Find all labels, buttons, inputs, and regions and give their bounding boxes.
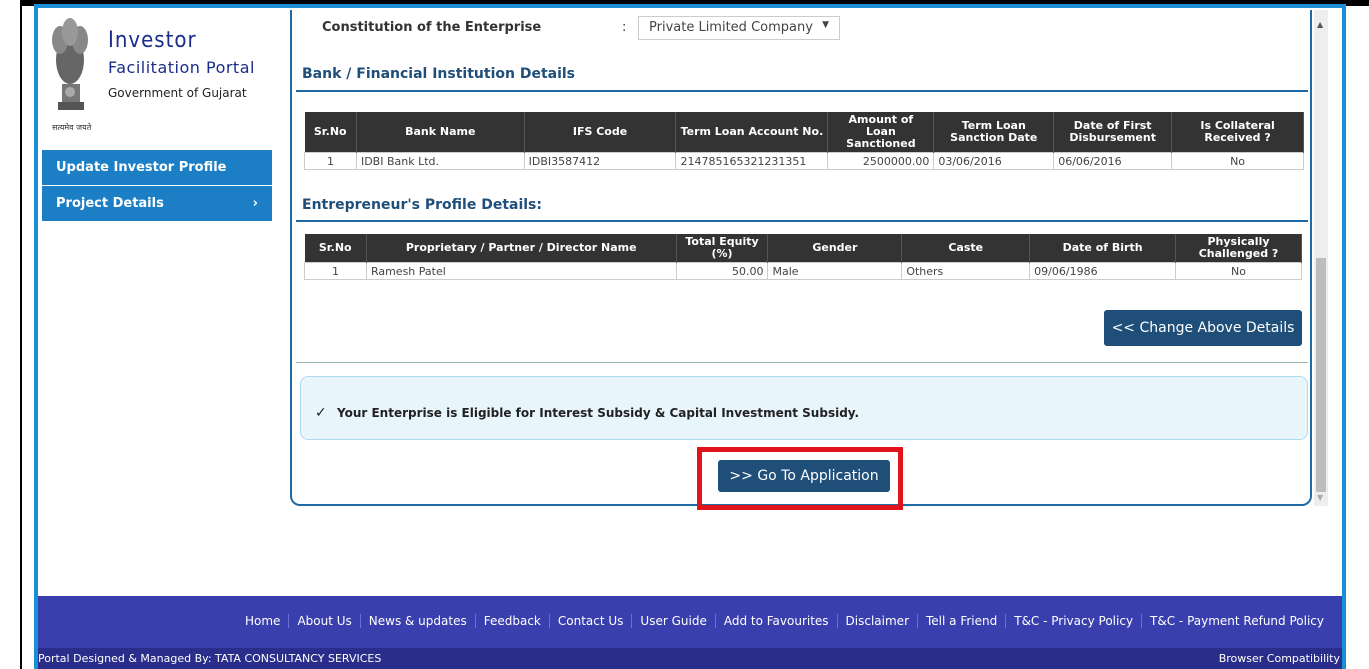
footer-link-contact-us[interactable]: Contact Us xyxy=(550,614,633,628)
scrollbar[interactable]: ▲ ▼ xyxy=(1314,10,1328,506)
sidebar-item-label: Project Details xyxy=(56,196,164,211)
table-cell: IDBI Bank Ltd. xyxy=(355,152,525,170)
scroll-down-icon[interactable]: ▼ xyxy=(1317,493,1323,502)
sidebar-item-update-investor-profile[interactable]: Update Investor Profile xyxy=(42,150,272,186)
footer-link-feedback[interactable]: Feedback xyxy=(476,614,550,628)
footer-link-privacy-policy[interactable]: T&C - Privacy Policy xyxy=(1006,614,1143,628)
table-cell: IDBI3587412 xyxy=(523,152,677,170)
footer-bar: Portal Designed & Managed By: TATA CONSU… xyxy=(38,648,1342,669)
scrollbar-thumb[interactable] xyxy=(1316,258,1326,492)
footer-link-refund-policy[interactable]: T&C - Payment Refund Policy xyxy=(1142,614,1332,628)
table-cell: 06/06/2016 xyxy=(1053,152,1173,170)
col-header: Sr.No xyxy=(304,112,357,153)
footer-link-add-to-favourites[interactable]: Add to Favourites xyxy=(716,614,838,628)
logo-subtitle: Facilitation Portal xyxy=(108,58,255,77)
table-cell: 1 xyxy=(304,262,367,280)
logo-motto: सत्यमेव जयते xyxy=(52,123,92,132)
main-panel: Constitution of the Enterprise : Private… xyxy=(290,10,1312,506)
table-cell: 50.00 xyxy=(675,262,769,280)
col-header: Physically Challenged ? xyxy=(1175,234,1302,263)
col-header: Sr.No xyxy=(304,234,367,263)
eligibility-alert: ✓ Your Enterprise is Eligible for Intere… xyxy=(300,376,1308,440)
footer-link-tell-a-friend[interactable]: Tell a Friend xyxy=(918,614,1007,628)
footer-link-news[interactable]: News & updates xyxy=(361,614,476,628)
bank-table: Sr.No Bank Name IFS Code Term Loan Accou… xyxy=(304,112,1304,170)
constitution-value: Private Limited Company xyxy=(649,20,813,35)
table-cell: 214785165321231351 xyxy=(675,152,829,170)
table-row: 1 Ramesh Patel 50.00 Male Others 09/06/1… xyxy=(304,262,1302,280)
table-cell: No xyxy=(1175,262,1302,280)
col-header: Caste xyxy=(901,234,1031,263)
section-divider xyxy=(296,90,1308,92)
constitution-colon: : xyxy=(622,20,627,35)
table-cell: Ramesh Patel xyxy=(365,262,677,280)
footer-link-about-us[interactable]: About Us xyxy=(289,614,361,628)
bank-section-title: Bank / Financial Institution Details xyxy=(302,66,576,82)
scroll-up-icon[interactable]: ▲ xyxy=(1317,20,1323,29)
section-divider xyxy=(296,362,1308,363)
sidebar: Update Investor Profile Project Details … xyxy=(42,150,272,222)
entrepreneur-section-title: Entrepreneur's Profile Details: xyxy=(302,197,542,213)
national-emblem-icon xyxy=(52,18,88,110)
table-header-row: Sr.No Bank Name IFS Code Term Loan Accou… xyxy=(304,112,1304,153)
section-divider xyxy=(296,220,1308,222)
entrepreneur-table: Sr.No Proprietary / Partner / Director N… xyxy=(304,234,1302,280)
col-header: Amount of Loan Sanctioned xyxy=(827,112,935,153)
browser-compatibility-link[interactable]: Browser Compatibility xyxy=(1219,652,1340,665)
col-header: Is Collateral Received ? xyxy=(1171,112,1304,153)
col-header: Gender xyxy=(767,234,903,263)
table-cell: 09/06/1986 xyxy=(1029,262,1177,280)
logo-org: Government of Gujarat xyxy=(108,86,247,100)
footer-credit: Portal Designed & Managed By: TATA CONSU… xyxy=(38,652,382,665)
col-header: Term Loan Account No. xyxy=(675,112,829,153)
col-header: Bank Name xyxy=(356,112,525,153)
change-details-button[interactable]: << Change Above Details xyxy=(1104,310,1302,346)
eligibility-message: Your Enterprise is Eligible for Interest… xyxy=(337,406,860,420)
col-header: Date of First Disbursement xyxy=(1053,112,1173,153)
col-header: IFS Code xyxy=(524,112,677,153)
col-header: Term Loan Sanction Date xyxy=(933,112,1055,153)
table-row: 1 IDBI Bank Ltd. IDBI3587412 21478516532… xyxy=(304,152,1304,170)
check-icon: ✓ xyxy=(315,405,327,421)
table-header-row: Sr.No Proprietary / Partner / Director N… xyxy=(304,234,1302,263)
table-cell: 03/06/2016 xyxy=(933,152,1055,170)
dropdown-arrow-icon: ▼ xyxy=(822,20,829,30)
constitution-label: Constitution of the Enterprise xyxy=(322,20,542,35)
col-header: Proprietary / Partner / Director Name xyxy=(366,234,677,263)
chevron-right-icon: › xyxy=(252,196,258,211)
footer-link-home[interactable]: Home xyxy=(237,614,290,628)
sidebar-item-label: Update Investor Profile xyxy=(56,160,227,175)
table-cell: Male xyxy=(767,262,903,280)
constitution-select[interactable]: Private Limited Company ▼ xyxy=(638,16,840,40)
highlight-box xyxy=(697,447,903,510)
logo-title: Investor xyxy=(108,28,197,53)
sidebar-item-project-details[interactable]: Project Details › xyxy=(42,186,272,222)
col-header: Date of Birth xyxy=(1029,234,1177,263)
portal-logo[interactable]: Investor Facilitation Portal Government … xyxy=(42,14,272,134)
table-cell: 1 xyxy=(304,152,357,170)
table-cell: 2500000.00 xyxy=(827,152,935,170)
col-header: Total Equity (%) xyxy=(676,234,769,263)
footer-link-user-guide[interactable]: User Guide xyxy=(632,614,716,628)
table-cell: Others xyxy=(901,262,1031,280)
footer-link-disclaimer[interactable]: Disclaimer xyxy=(838,614,918,628)
footer-links: Home About Us News & updates Feedback Co… xyxy=(237,614,1332,628)
table-cell: No xyxy=(1171,152,1304,170)
footer-nav: Home About Us News & updates Feedback Co… xyxy=(38,596,1342,648)
